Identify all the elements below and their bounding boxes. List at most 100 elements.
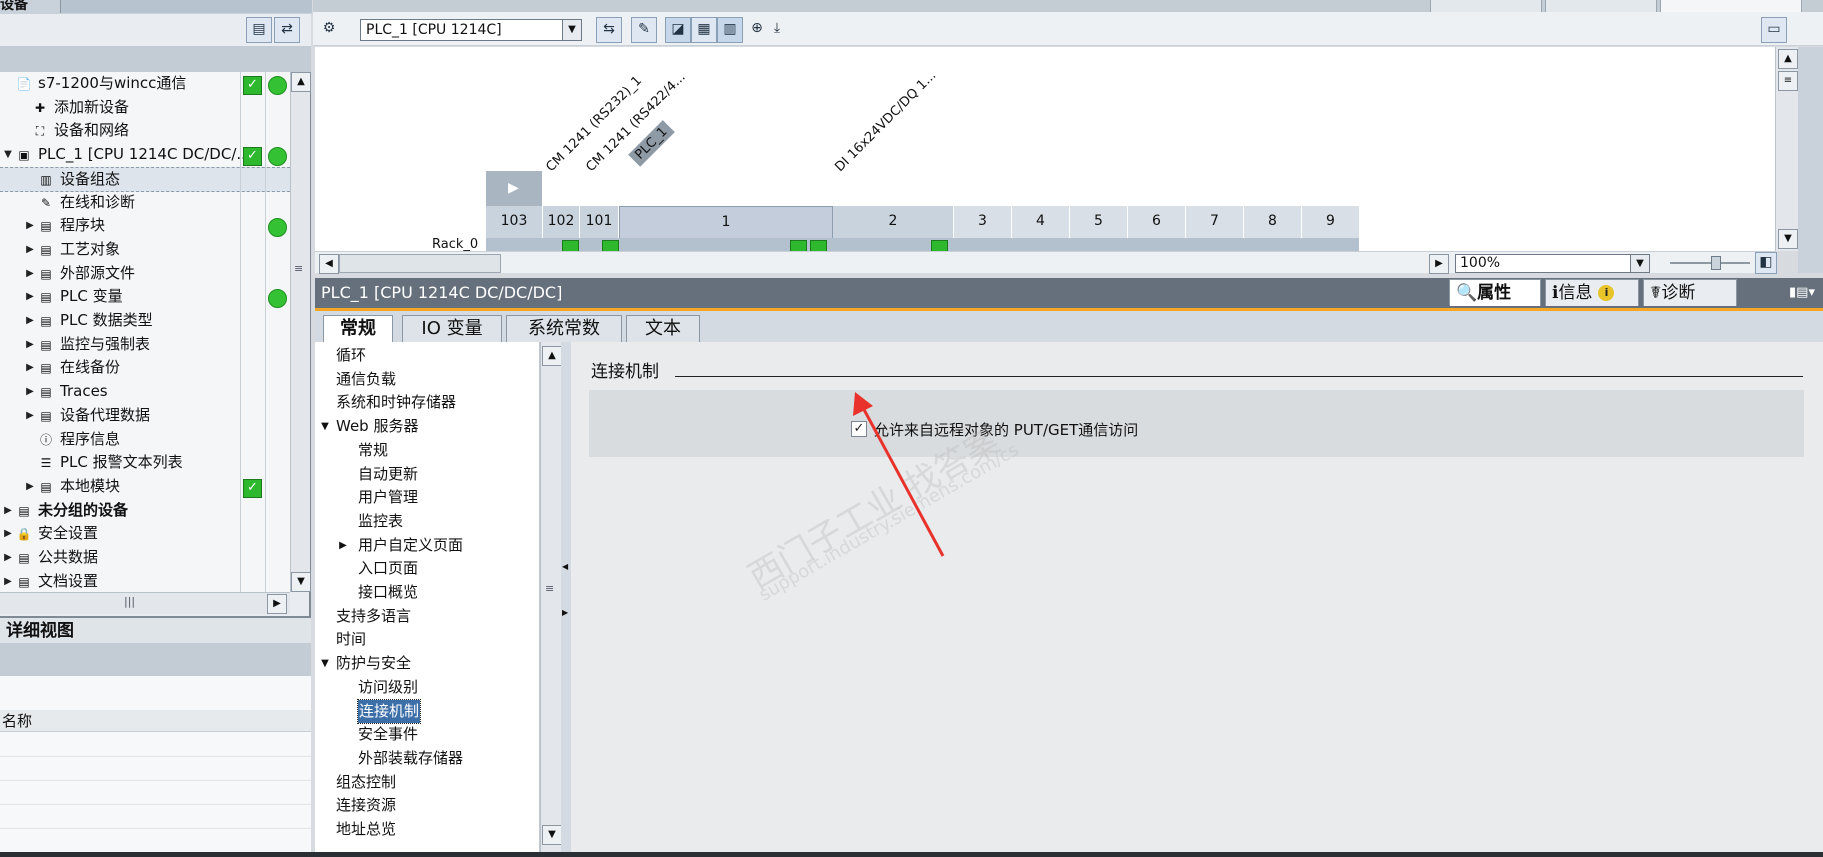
collapsed-arrow-icon[interactable]: ▶ <box>2 570 14 592</box>
collapsed-arrow-icon[interactable]: ▶ <box>24 404 36 427</box>
tree-item[interactable]: ▶ ▤ 监控与强制表 <box>0 333 290 357</box>
slot-2[interactable]: 2 <box>833 206 954 238</box>
collapsed-arrow-icon[interactable]: ▶ <box>2 522 14 545</box>
collapse-left-icon[interactable]: ◀ <box>562 562 568 571</box>
tree-vertical-scrollbar[interactable]: ▲ ≡ ▼ <box>290 72 311 592</box>
scroll-grip-icon[interactable]: ≡ <box>294 262 303 275</box>
slot-101[interactable]: 101 <box>580 206 619 238</box>
tree-item[interactable]: ▶ ▤ 设备代理数据 <box>0 404 290 428</box>
nav-splitter[interactable]: ◀ ▶ <box>561 342 571 857</box>
chevron-down-icon[interactable]: ▼ <box>562 20 581 40</box>
collapsed-arrow-icon[interactable]: ▶ <box>24 309 36 332</box>
tree-item[interactable]: ✚ 添加新设备 <box>0 96 290 120</box>
nav-item[interactable]: ▼ Web 服务器 <box>315 415 539 439</box>
collapsed-arrow-icon[interactable]: ▶ <box>24 285 36 308</box>
rename-icon[interactable]: ✎ <box>631 17 657 43</box>
slot-5[interactable]: 5 <box>1070 206 1128 238</box>
slot-9[interactable]: 9 <box>1302 206 1360 238</box>
nav-item[interactable]: ▶ 用户自定义页面 <box>315 534 539 558</box>
tree-item[interactable]: ⛶ 设备和网络 <box>0 119 290 143</box>
canvas-vertical-scrollbar[interactable]: ▲ ≡ ▼ <box>1775 47 1798 251</box>
slot-3[interactable]: 3 <box>954 206 1012 238</box>
tree-item[interactable]: ▶ ▤ Traces <box>0 380 290 404</box>
rack-expand-button[interactable]: ▶ <box>486 171 542 206</box>
scroll-grip-icon[interactable]: ≡ <box>1778 71 1798 91</box>
expanded-arrow-icon[interactable]: ▼ <box>319 415 331 438</box>
slot-4[interactable]: 4 <box>1012 206 1070 238</box>
hscroll-grip-icon[interactable]: ||| <box>124 595 135 608</box>
scroll-right-icon[interactable]: ▶ <box>1429 254 1449 274</box>
nav-item[interactable]: 支持多语言 <box>315 605 539 629</box>
nav-item[interactable]: 循环 <box>315 344 539 368</box>
tree-item[interactable]: ▶ ▤ 未分组的设备 <box>0 499 290 523</box>
expanded-arrow-icon[interactable]: ▼ <box>2 143 14 166</box>
tree-item[interactable]: ▶ ▤ 本地模块 ✓ <box>0 475 290 499</box>
nav-item[interactable]: 地址总览 <box>315 818 539 842</box>
tab-info[interactable]: ℹ信息 i <box>1545 279 1639 306</box>
nav-item[interactable]: 入口页面 <box>315 557 539 581</box>
nav-item[interactable]: 组态控制 <box>315 771 539 795</box>
scroll-up-icon[interactable]: ▲ <box>1778 49 1798 69</box>
collapsed-arrow-icon[interactable]: ▶ <box>337 534 349 557</box>
nav-item[interactable]: 监控表 <box>315 510 539 534</box>
subtab-io-tags[interactable]: IO 变量 <box>402 315 502 342</box>
tree-item[interactable]: ▶ 🔒 安全设置 <box>0 522 290 546</box>
zoom-slider-thumb[interactable] <box>1711 256 1721 270</box>
scroll-left-icon[interactable]: ◀ <box>319 254 339 274</box>
collapsed-arrow-icon[interactable]: ▶ <box>24 214 36 237</box>
nav-vertical-scrollbar[interactable]: ▲ ≡ ▼ <box>540 342 562 857</box>
nav-item[interactable]: 系统和时钟存储器 <box>315 391 539 415</box>
subtab-general[interactable]: 常规 <box>323 315 393 342</box>
panel-toggle-icon[interactable]: ▭ <box>1761 17 1787 43</box>
nav-item[interactable]: 连接机制 <box>315 698 539 724</box>
tree-item[interactable]: ▶ ▤ 文档设置 <box>0 570 290 592</box>
slot-103[interactable]: 103 <box>486 206 543 238</box>
nav-item[interactable]: 外部装载存储器 <box>315 747 539 771</box>
tree-item[interactable]: ▶ ▤ 外部源文件 <box>0 262 290 286</box>
scroll-grip-icon[interactable]: ≡ <box>545 582 554 595</box>
collapse-right-icon[interactable]: ▶ <box>562 608 568 617</box>
collapsed-arrow-icon[interactable]: ▶ <box>2 499 14 522</box>
expanded-arrow-icon[interactable]: ▼ <box>319 652 331 675</box>
canvas-horizontal-scrollbar[interactable]: ◀ ▶ 100% ▼ ◧ <box>315 251 1777 274</box>
tree-item[interactable]: 📄 s7-1200与wincc通信 ✓ <box>0 72 290 96</box>
nav-item[interactable]: 访问级别 <box>315 676 539 700</box>
nav-item[interactable]: 安全事件 <box>315 723 539 747</box>
device-icon[interactable]: ⚙ <box>317 17 341 41</box>
tree-item[interactable]: ▶ ▤ 在线备份 <box>0 356 290 380</box>
device-canvas[interactable]: CM 1241 (RS232)_1 CM 1241 (RS422/4... PL… <box>315 47 1775 251</box>
tab-diagnostics[interactable]: ☤诊断 <box>1643 279 1737 306</box>
add-item-icon[interactable]: ⇄ <box>274 17 300 43</box>
tree-item[interactable]: ▶ ▤ 工艺对象 <box>0 238 290 262</box>
nav-item[interactable]: 接口概览 <box>315 581 539 605</box>
collapsed-arrow-icon[interactable]: ▶ <box>24 356 36 379</box>
collapsed-arrow-icon[interactable]: ▶ <box>24 380 36 403</box>
tree-item[interactable]: ▼ ▣ PLC_1 [CPU 1214C DC/DC/... ✓ <box>0 143 290 167</box>
detail-column-name[interactable]: 名称 <box>0 710 311 732</box>
scroll-down-icon[interactable]: ▼ <box>542 825 562 845</box>
nav-item[interactable]: 自动更新 <box>315 463 539 487</box>
slot-1[interactable]: 1 <box>619 206 833 240</box>
tree-item[interactable]: ▥ 设备组态 <box>0 166 290 193</box>
collapsed-arrow-icon[interactable]: ▶ <box>24 238 36 261</box>
slot-6[interactable]: 6 <box>1128 206 1186 238</box>
tree-item[interactable]: ▶ ▤ PLC 数据类型 <box>0 309 290 333</box>
collapsed-arrow-icon[interactable]: ▶ <box>24 475 36 498</box>
nav-item[interactable]: 用户管理 <box>315 486 539 510</box>
nav-item[interactable]: 常规 <box>315 439 539 463</box>
slot-8[interactable]: 8 <box>1244 206 1302 238</box>
panel-menu-icon[interactable]: ▮▤▾ <box>1789 278 1815 308</box>
swap-icon[interactable]: ⇆ <box>596 17 622 43</box>
zoom-select[interactable]: 100% ▼ <box>1455 254 1650 273</box>
table-icon[interactable]: ▥ <box>717 17 743 43</box>
device-select[interactable]: PLC_1 [CPU 1214C] ▼ <box>360 19 582 41</box>
tree-item[interactable]: ▶ ▤ 公共数据 <box>0 546 290 570</box>
nav-item[interactable]: ▼ 防护与安全 <box>315 652 539 676</box>
collapsed-arrow-icon[interactable]: ▶ <box>2 546 14 569</box>
subtab-texts[interactable]: 文本 <box>626 315 700 342</box>
tree-item[interactable]: ☰ PLC 报警文本列表 <box>0 451 290 475</box>
nav-item[interactable]: 通信负载 <box>315 368 539 392</box>
slot-7[interactable]: 7 <box>1186 206 1244 238</box>
tree-item[interactable]: ✎ 在线和诊断 <box>0 191 290 215</box>
devices-tab[interactable]: 设备 <box>0 0 28 14</box>
